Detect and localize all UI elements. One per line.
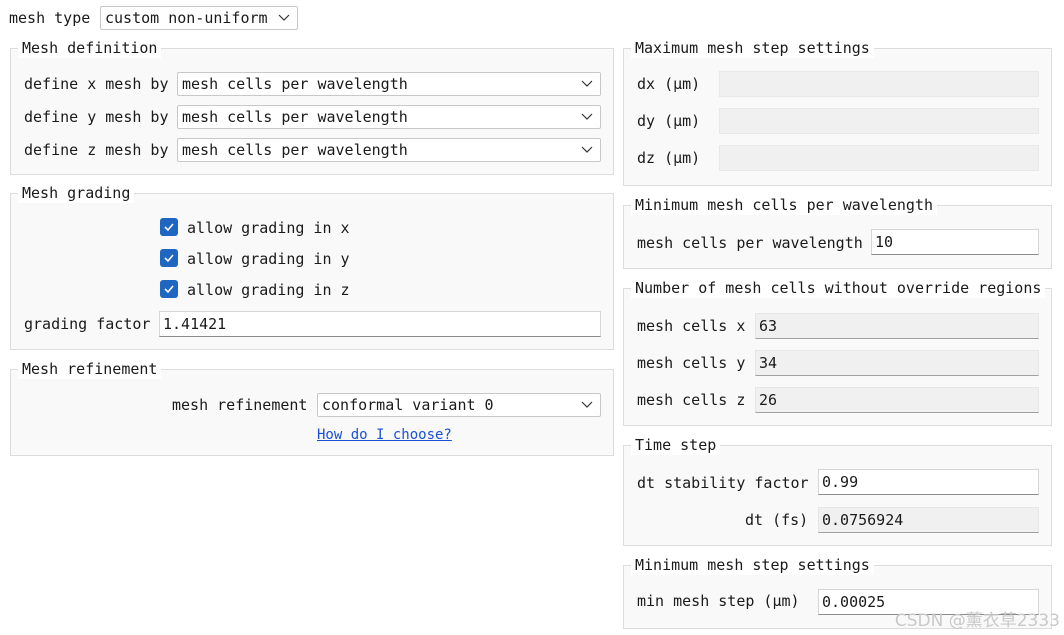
dt-value: 0.0756924 (818, 507, 1039, 533)
dt-label: dt (fs) (745, 511, 809, 529)
mesh-cells-z-value: 26 (755, 387, 1039, 413)
chevron-down-icon (278, 14, 290, 21)
mesh-cells-z-label: mesh cells z (637, 391, 746, 409)
chevron-down-icon (581, 80, 593, 87)
checkmark-icon (164, 285, 174, 294)
mesh-cells-y-label: mesh cells y (637, 354, 746, 372)
define-x-mesh-value: mesh cells per wavelength (182, 75, 408, 93)
max-mesh-step-group: Maximum mesh step settings dx (μm) dy (μ… (623, 38, 1052, 186)
chevron-down-icon (581, 146, 593, 153)
max-mesh-step-title: Maximum mesh step settings (631, 38, 874, 58)
mesh-cells-x-label: mesh cells x (637, 317, 746, 335)
mesh-type-select[interactable]: custom non-uniform (100, 6, 298, 30)
min-mesh-cells-group: Minimum mesh cells per wavelength mesh c… (623, 195, 1052, 269)
checkmark-icon (164, 254, 174, 263)
dt-stability-factor-label: dt stability factor (637, 474, 809, 492)
mesh-cells-per-wavelength-input[interactable]: 10 (871, 229, 1039, 255)
time-step-title: Time step (631, 435, 721, 455)
mesh-definition-group: Mesh definition define x mesh by mesh ce… (10, 38, 614, 175)
dt-stability-factor-input[interactable]: 0.99 (818, 469, 1039, 495)
dz-label: dz (μm) (637, 149, 701, 167)
mesh-refinement-select[interactable]: conformal variant 0 (317, 393, 601, 417)
chevron-down-icon (581, 113, 593, 120)
time-step-group: Time step dt stability factor 0.99 dt (f… (623, 435, 1052, 546)
grading-x-label: allow grading in x (187, 219, 350, 237)
mesh-cells-per-wavelength-label: mesh cells per wavelength (637, 234, 863, 252)
num-mesh-cells-title: Number of mesh cells without override re… (631, 278, 1046, 298)
min-mesh-step-title: Minimum mesh step settings (631, 555, 874, 575)
grading-y-label: allow grading in y (187, 250, 350, 268)
chevron-down-icon (581, 401, 593, 408)
checkmark-icon (164, 223, 174, 232)
define-x-mesh-label: define x mesh by (24, 75, 169, 93)
mesh-refinement-title: Mesh refinement (18, 359, 162, 379)
define-x-mesh-select[interactable]: mesh cells per wavelength (177, 72, 601, 96)
dz-input[interactable] (719, 145, 1039, 171)
mesh-type-value: custom non-uniform (105, 9, 268, 27)
mesh-cells-y-value: 34 (755, 350, 1039, 376)
define-y-mesh-select[interactable]: mesh cells per wavelength (177, 105, 601, 129)
dy-label: dy (μm) (637, 112, 701, 130)
grading-z-checkbox[interactable] (160, 280, 178, 298)
define-y-mesh-label: define y mesh by (24, 108, 169, 126)
mesh-grading-group: Mesh grading allow grading in x allow gr… (10, 183, 614, 350)
mesh-grading-title: Mesh grading (18, 183, 135, 203)
num-mesh-cells-group: Number of mesh cells without override re… (623, 278, 1052, 426)
grading-factor-input[interactable]: 1.41421 (159, 311, 601, 337)
grading-y-checkbox[interactable] (160, 249, 178, 267)
how-do-i-choose-link[interactable]: How do I choose? (317, 427, 452, 443)
watermark: CSDN @薰衣草2333 (894, 611, 1060, 631)
mesh-refinement-value: conformal variant 0 (322, 396, 494, 414)
grading-factor-label: grading factor (24, 315, 151, 333)
mesh-refinement-group: Mesh refinement mesh refinement conforma… (10, 359, 614, 456)
mesh-cells-x-value: 63 (755, 313, 1039, 339)
dx-input[interactable] (719, 71, 1039, 97)
grading-x-checkbox[interactable] (160, 218, 178, 236)
min-mesh-step-label: min mesh step (μm) (637, 592, 800, 610)
define-z-mesh-label: define z mesh by (24, 141, 169, 159)
define-y-mesh-value: mesh cells per wavelength (182, 108, 408, 126)
mesh-definition-title: Mesh definition (18, 38, 162, 58)
min-mesh-cells-title: Minimum mesh cells per wavelength (631, 195, 938, 215)
dx-label: dx (μm) (637, 75, 701, 93)
define-z-mesh-value: mesh cells per wavelength (182, 141, 408, 159)
mesh-refinement-label: mesh refinement (172, 396, 308, 414)
grading-z-label: allow grading in z (187, 281, 350, 299)
mesh-type-label: mesh type (9, 9, 91, 27)
dy-input[interactable] (719, 108, 1039, 134)
define-z-mesh-select[interactable]: mesh cells per wavelength (177, 138, 601, 162)
